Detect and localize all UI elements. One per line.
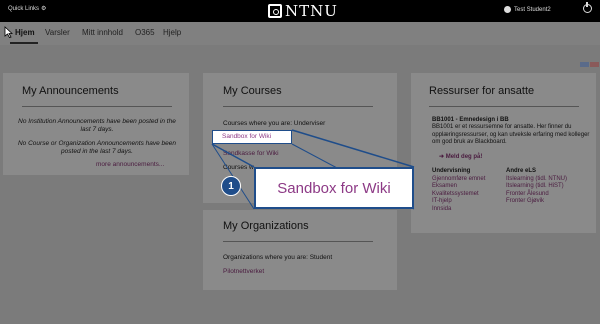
user-name: Test Student2	[514, 6, 551, 13]
courses-role-line: Courses where you are: Underviser	[223, 120, 326, 127]
col2-link[interactable]: Itslearning (tidl. NTNU)	[506, 176, 594, 184]
col2-link[interactable]: Fronter Ålesund	[506, 191, 594, 199]
ntnu-logo[interactable]: NTNU	[268, 2, 338, 20]
tab-mitt-innhold[interactable]: Mitt innhold	[82, 28, 123, 37]
col2-link[interactable]: Itslearning (tidl. HiST)	[506, 183, 594, 191]
zoom-callout: Sandbox for Wiki	[254, 167, 414, 209]
divider	[22, 106, 172, 107]
resources-col1: Undervisning Gjennomføre emnet Eksamen K…	[432, 168, 502, 213]
divider	[429, 106, 579, 107]
logo-text: NTNU	[285, 2, 338, 20]
course-link-sandbox[interactable]: Sandbox for Wiki	[222, 133, 271, 140]
resources-heading: BB1001 - Emnedesign i BB	[432, 117, 509, 123]
flag-no-icon[interactable]	[580, 62, 589, 67]
tab-o365[interactable]: O365	[135, 28, 155, 37]
quick-links-label: Quick Links	[8, 6, 40, 12]
ntnu-logo-icon	[268, 4, 282, 18]
course-link-sandkasse[interactable]: Sandkasse for Wiki	[223, 150, 279, 157]
organization-link-pilotnettverket[interactable]: Pilotnettverket	[223, 268, 264, 275]
announcements-course-text: No Course or Organization Announcements …	[17, 140, 177, 155]
announcements-title: My Announcements	[22, 85, 119, 97]
tab-varsler[interactable]: Varsler	[45, 28, 70, 37]
col1-link[interactable]: Innsida	[432, 206, 502, 214]
tab-hjem[interactable]: Hjem	[15, 28, 35, 37]
more-announcements-link[interactable]: more announcements...	[96, 161, 164, 168]
divider	[223, 241, 373, 242]
user-menu[interactable]: Test Student2	[504, 6, 551, 13]
top-bar: Quick Links ⚙ NTNU Test Student2	[0, 0, 600, 22]
signup-link[interactable]: ➜ Meld deg på!	[439, 153, 482, 160]
logout-icon[interactable]	[583, 2, 592, 13]
organizations-panel: My Organizations Organizations where you…	[203, 210, 397, 290]
courses-role-line-2: Courses w	[223, 164, 254, 171]
organizations-title: My Organizations	[223, 220, 309, 232]
col2-link[interactable]: Fronter Gjøvik	[506, 198, 594, 206]
nav-bar: Hjem Varsler Mitt innhold O365 Hjelp	[0, 22, 600, 45]
announcements-institution-text: No Institution Announcements have been p…	[18, 118, 176, 133]
zoom-callout-text: Sandbox for Wiki	[277, 179, 391, 197]
user-icon	[504, 6, 511, 13]
divider	[223, 106, 373, 107]
col2-title: Andre eLS	[506, 168, 537, 174]
resources-col2: Andre eLS Itslearning (tidl. NTNU) Itsle…	[506, 168, 594, 206]
resources-body: BB1001 er et ressursemne for ansatte. He…	[432, 124, 590, 145]
organizations-role-line: Organizations where you are: Student	[223, 254, 333, 261]
announcements-panel: My Announcements No Institution Announce…	[3, 73, 189, 175]
mouse-cursor-icon	[4, 26, 13, 38]
settings-icon: ⚙	[41, 6, 47, 12]
col1-link[interactable]: IT-hjelp	[432, 198, 502, 206]
flag-en-icon[interactable]	[590, 62, 599, 67]
col1-title: Undervisning	[432, 168, 471, 174]
active-tab-indicator	[10, 42, 38, 44]
course-link-highlight: Sandbox for Wiki	[212, 130, 292, 144]
resources-panel: Ressurser for ansatte BB1001 - Emnedesig…	[411, 73, 596, 233]
courses-title: My Courses	[223, 85, 282, 97]
col1-link[interactable]: Eksamen	[432, 183, 502, 191]
arrow-right-icon: ➜	[439, 154, 445, 160]
resources-title: Ressurser for ansatte	[429, 85, 535, 97]
col1-link[interactable]: Kvalitetssystemet	[432, 191, 502, 199]
tab-hjelp[interactable]: Hjelp	[163, 28, 181, 37]
signup-label: Meld deg på!	[445, 154, 483, 160]
quick-links-menu[interactable]: Quick Links ⚙	[8, 5, 46, 12]
step-marker: 1	[221, 176, 241, 196]
col1-link[interactable]: Gjennomføre emnet	[432, 176, 502, 184]
